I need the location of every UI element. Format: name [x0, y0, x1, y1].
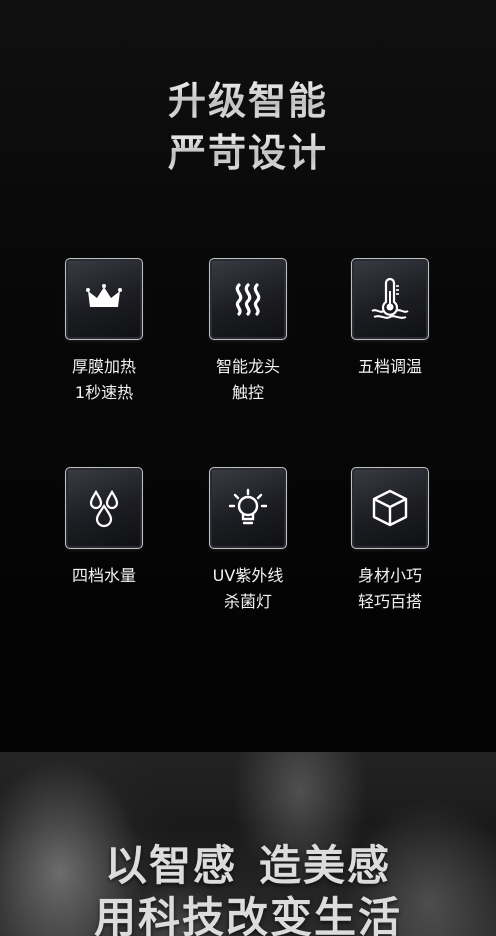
headline-line-1: 升级智能 [0, 78, 496, 124]
feature-icon-box [209, 467, 287, 549]
feature-icon-box [351, 258, 429, 340]
slogan-banner: 以智感 造美感 用科技改变生活 [0, 752, 496, 936]
feature-label: 身材小巧 轻巧百搭 [357, 566, 422, 611]
feature-smart-faucet-touch: 智能龙头 触控 [188, 258, 308, 406]
heat-waves-icon [235, 283, 261, 316]
slogan-part-b: 造美感 [259, 841, 392, 890]
feature-compact-size: 身材小巧 轻巧百搭 [330, 467, 450, 615]
feature-label: 五档调温 [357, 357, 422, 376]
slogan-line-2: 用科技改变生活 [93, 893, 402, 936]
crown-icon [86, 284, 122, 307]
feature-icon-box [209, 258, 287, 340]
feature-uv-sterilization: UV紫外线 杀菌灯 [188, 467, 308, 615]
water-drops-icon [89, 489, 119, 528]
feature-icon-box [351, 467, 429, 549]
feature-five-level-temperature: 五档调温 [330, 258, 450, 380]
feature-label: 四档水量 [71, 566, 136, 585]
feature-icon-box [65, 258, 143, 340]
feature-label: 厚膜加热 1秒速热 [71, 357, 136, 402]
slogan-part-a: 以智感 [104, 841, 237, 890]
feature-thick-film-heating: 厚膜加热 1秒速热 [44, 258, 164, 406]
cube-icon [372, 489, 408, 527]
feature-four-level-water: 四档水量 [44, 467, 164, 589]
lightbulb-icon [228, 488, 268, 525]
thermometer-icon [371, 277, 409, 319]
headline-line-2: 严苛设计 [0, 130, 496, 176]
feature-label: UV紫外线 杀菌灯 [212, 566, 284, 611]
features-section: 升级智能 严苛设计 厚膜加热 1秒速热 智能龙头 触控 五档调温 四档水量 UV… [0, 0, 496, 752]
feature-label: 智能龙头 触控 [215, 357, 280, 402]
feature-icon-box [65, 467, 143, 549]
